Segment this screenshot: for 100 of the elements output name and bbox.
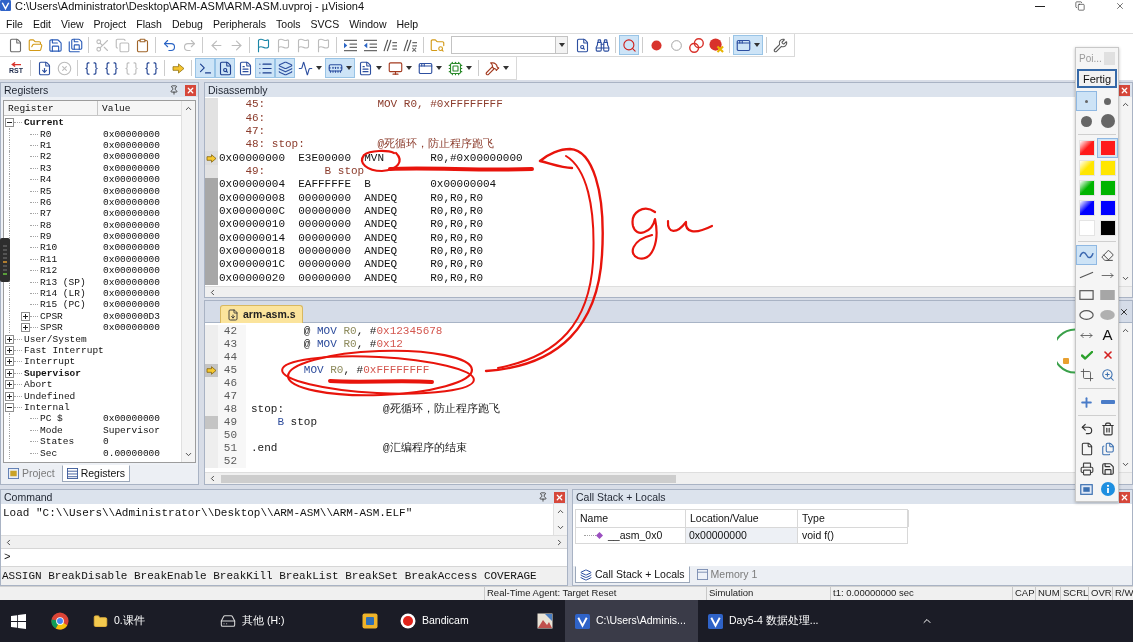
address: 0x00000004: [219, 178, 285, 191]
picture-icon: [537, 613, 553, 629]
taskbar-button[interactable]: Bandicam: [390, 600, 525, 642]
finish-button[interactable]: Fertig: [1077, 69, 1117, 88]
register-name: R0: [40, 128, 52, 140]
right-arrow-icon: [228, 37, 244, 53]
close-button[interactable]: [1119, 84, 1130, 96]
drive-icon: [220, 613, 236, 629]
crop-icon: [1079, 368, 1094, 382]
panel-tab[interactable]: Project: [3, 465, 60, 482]
close-button[interactable]: [185, 84, 196, 96]
pin-icon[interactable]: [169, 85, 179, 95]
column-header[interactable]: Name: [576, 510, 686, 527]
call-stack-window-button[interactable]: [275, 58, 295, 78]
dropdown-button[interactable]: [555, 37, 567, 53]
close-icon: [1115, 1, 1125, 11]
panel-tab[interactable]: Registers: [61, 465, 131, 482]
register-value: 0x00000000: [103, 128, 160, 140]
menu-item[interactable]: View: [56, 15, 89, 32]
menu-item[interactable]: Peripherals: [207, 15, 272, 32]
pen-tool-button[interactable]: [1076, 245, 1097, 265]
register-value: 0x00000000: [103, 162, 160, 174]
scrollbar[interactable]: [205, 286, 1132, 297]
register-value: 0x000000D3: [103, 310, 160, 322]
menu-item[interactable]: Tools: [271, 15, 306, 32]
taskbar-button[interactable]: 0.课件: [83, 600, 210, 642]
register-value: 0x00000000: [103, 322, 160, 334]
pin-icon[interactable]: [538, 492, 548, 502]
scrollbar[interactable]: [181, 101, 195, 462]
menu-item[interactable]: Help: [391, 15, 424, 32]
menu-item[interactable]: SVCS: [305, 15, 345, 32]
expand-toggle[interactable]: [21, 311, 30, 321]
register-name: R2: [40, 151, 52, 163]
debug-button[interactable]: [619, 35, 639, 55]
column-header[interactable]: Register: [4, 101, 98, 115]
register-value: 0x00000000: [103, 231, 160, 243]
collapse-toggle[interactable]: [5, 118, 14, 128]
opcode: 00000000: [298, 191, 351, 204]
expand-toggle[interactable]: [5, 357, 14, 367]
value-cell[interactable]: 0x00000000: [686, 528, 798, 543]
file-arrow-icon: [36, 60, 52, 76]
expand-toggle[interactable]: [5, 334, 14, 344]
window-layout-button[interactable]: [733, 35, 763, 55]
close-button[interactable]: [1118, 306, 1129, 317]
mnemonic: ANDEQ: [364, 258, 398, 271]
expand-toggle[interactable]: [5, 346, 14, 355]
floppy-disks-icon: [67, 37, 83, 53]
expand-toggle[interactable]: [5, 380, 14, 390]
column-header[interactable]: Type: [798, 510, 909, 527]
command-window-button[interactable]: [195, 58, 215, 78]
taskbar-button[interactable]: 其他 (H:): [210, 600, 350, 642]
text-tool-button[interactable]: A: [1097, 325, 1118, 345]
kill-all-breakpoints-button[interactable]: [706, 35, 726, 55]
layers-icon: [277, 60, 293, 76]
column-header[interactable]: Value: [98, 101, 181, 115]
line-icon: [1079, 271, 1094, 279]
column-header[interactable]: Location/Value: [686, 510, 798, 527]
registers-window-button[interactable]: [255, 58, 275, 78]
memory-window-button[interactable]: [325, 58, 355, 78]
symbol-name: __asm_0x0: [608, 527, 663, 543]
source-line-number: 45:: [245, 98, 266, 111]
register-value: 0x00000000: [103, 139, 160, 151]
arrow-icon: [171, 62, 185, 74]
collapse-toggle[interactable]: [5, 402, 14, 412]
expand-toggle[interactable]: [21, 323, 30, 333]
close-button[interactable]: [554, 491, 565, 503]
panel-tab[interactable]: Call Stack + Locals: [575, 566, 690, 583]
scrollbar[interactable]: [553, 504, 567, 535]
register-value: 0x00000000: [103, 185, 160, 197]
output-line: Load "C:\\Users\\Administrator\\Desktop\\ARM-ASM\\ARM-ASM.ELF": [3, 507, 414, 520]
round-logo-icon: [51, 612, 69, 630]
taskbar-button[interactable]: Day5-4 数据处理...: [698, 600, 828, 642]
menu-item[interactable]: Window: [344, 15, 392, 32]
plus-icon: [1079, 394, 1094, 410]
expand-toggle[interactable]: [5, 391, 14, 401]
app-logo-icon: [708, 613, 723, 629]
file-tab[interactable]: arm-asm.s: [220, 305, 303, 323]
menu-item[interactable]: Debug: [166, 15, 208, 32]
find-combo-field[interactable]: [451, 36, 568, 54]
opcode: 00000000: [298, 271, 351, 284]
panel-tab[interactable]: Memory 1: [691, 566, 763, 583]
menu-item[interactable]: Flash: [131, 15, 167, 32]
address: 0x00000008: [219, 191, 285, 204]
plus-icon: [7, 336, 12, 342]
close-button[interactable]: [1119, 491, 1130, 503]
scrollbar[interactable]: [205, 472, 1132, 484]
pulse-line-icon: [298, 60, 313, 76]
menu-item[interactable]: Project: [88, 15, 132, 32]
page-icon: [1079, 442, 1094, 456]
register-name: PC $: [40, 413, 63, 425]
menu-item[interactable]: File: [1, 15, 28, 32]
taskbar-button[interactable]: C:\Users\Adminis...: [565, 600, 698, 642]
expand-toggle[interactable]: [5, 368, 14, 378]
opcode: 00000000: [298, 204, 351, 217]
scrollbar[interactable]: [1, 535, 567, 548]
disassembly-window-button[interactable]: [215, 58, 235, 78]
status-text: R/W: [1115, 586, 1133, 601]
disable-all-breakpoints-button[interactable]: [686, 35, 706, 55]
menu-item[interactable]: Edit: [27, 15, 56, 32]
window-icon: [8, 468, 19, 479]
